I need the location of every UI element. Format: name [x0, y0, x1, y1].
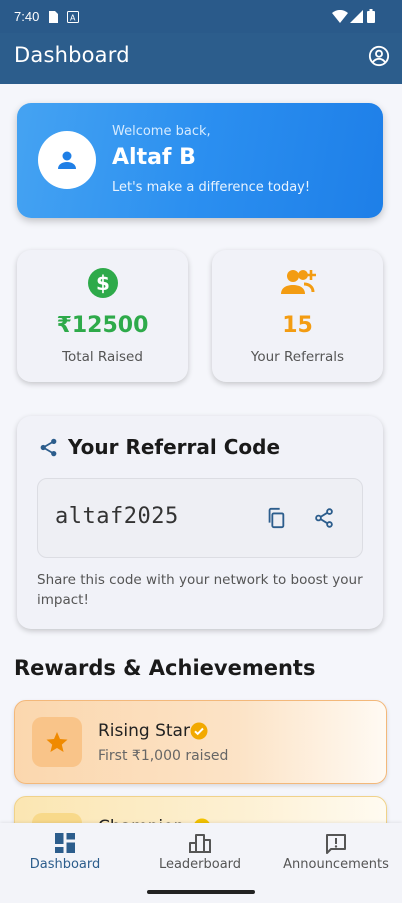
nav-item-dashboard[interactable]: Dashboard: [0, 823, 130, 883]
svg-text:A: A: [70, 14, 76, 23]
status-time: 7:40: [14, 9, 40, 24]
reward-title: Rising Star: [98, 721, 190, 741]
nav-item-leaderboard[interactable]: Leaderboard: [135, 823, 265, 883]
announcements-icon: [326, 834, 346, 854]
referral-card: Your Referral Code altaf2025 Share this …: [17, 416, 383, 629]
wifi-icon: [332, 10, 348, 23]
reward-subtitle: First ₹1,000 raised: [98, 748, 229, 764]
share-icon: [40, 438, 57, 457]
dollar-icon: $: [87, 268, 118, 298]
svg-text:$: $: [96, 271, 110, 295]
referral-hint: Share this code with your network to boo…: [37, 572, 363, 608]
avatar: [38, 131, 96, 189]
referral-code: altaf2025: [55, 504, 179, 529]
nav-label: Dashboard: [29, 857, 101, 872]
rewards-heading: Rewards & Achievements: [14, 656, 316, 680]
sim-icon: [49, 11, 58, 23]
total-raised-value: ₹12500: [56, 313, 149, 338]
share-code-icon[interactable]: [313, 507, 335, 529]
nav-label: Announcements: [283, 857, 389, 872]
notification-icon: A: [67, 11, 79, 23]
nav-item-announcements[interactable]: Announcements: [272, 823, 400, 883]
referrals-card: 15 Your Referrals: [212, 250, 383, 382]
total-raised-label: Total Raised: [62, 349, 143, 365]
referral-heading: Your Referral Code: [68, 435, 281, 459]
welcome-card: Welcome back, Altaf B Let's make a diffe…: [17, 103, 383, 218]
star-icon: [46, 732, 68, 752]
reward-card-rising-star[interactable]: Rising Star First ₹1,000 raised: [14, 700, 387, 784]
page-title: Dashboard: [14, 43, 130, 67]
dashboard-icon: [55, 833, 75, 853]
welcome-tagline: Let's make a difference today!: [112, 180, 311, 195]
referrals-label: Your Referrals: [250, 349, 345, 365]
reward-badge: [32, 717, 82, 767]
account-icon[interactable]: [368, 45, 390, 67]
referral-code-box: altaf2025: [37, 478, 363, 558]
status-bar: 7:40 A: [0, 0, 402, 33]
verified-check-icon: [190, 722, 208, 740]
referrals-value: 15: [282, 313, 313, 338]
copy-icon[interactable]: [265, 507, 287, 529]
leaderboard-icon: [189, 834, 211, 853]
group-add-icon: [280, 270, 316, 294]
person-icon: [58, 151, 76, 169]
nav-label: Leaderboard: [158, 857, 242, 872]
user-name: Altaf B: [112, 145, 196, 170]
battery-icon: [367, 9, 375, 23]
welcome-greeting: Welcome back,: [112, 124, 211, 139]
signal-icon: [350, 10, 363, 23]
app-bar: Dashboard: [0, 33, 402, 84]
total-raised-card: $ ₹12500 Total Raised: [17, 250, 188, 382]
home-indicator: [147, 890, 255, 894]
